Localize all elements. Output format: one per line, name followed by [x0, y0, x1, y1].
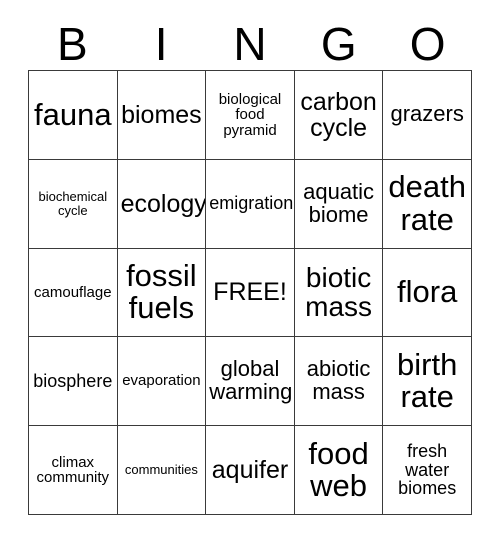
bingo-cell-label: food web [308, 435, 369, 504]
bingo-cell-r2c2[interactable]: ecology [117, 159, 207, 249]
bingo-cell-label: abiotic mass [306, 356, 371, 405]
bingo-free-space-label: FREE! [213, 278, 287, 307]
bingo-cell-label: aquatic biome [303, 178, 375, 227]
bingo-header-letter-i: I [154, 18, 168, 70]
bingo-cell-r5c2[interactable]: communities [117, 426, 207, 515]
bingo-cell-label: communities [124, 462, 198, 478]
bingo-cell-label: grazers [390, 101, 464, 127]
bingo-cell-r1c1[interactable]: fauna [29, 71, 118, 160]
bingo-cell-label: climax community [36, 453, 110, 487]
bingo-cell-r5c3[interactable]: aquifer [206, 426, 295, 515]
bingo-cell-r4c3[interactable]: global warming [206, 337, 295, 427]
bingo-cell-r5c5[interactable]: fresh water biomes [383, 426, 472, 515]
bingo-cell-r3c4[interactable]: biotic mass [294, 248, 384, 338]
bingo-cell-r3c5[interactable]: flora [383, 248, 472, 338]
bingo-cell-label: flora [397, 274, 458, 310]
bingo-cell-label: biomes [121, 100, 202, 129]
bingo-cell-label: aquifer [211, 456, 289, 485]
bingo-cell-label: evaporation [122, 372, 201, 390]
bingo-header-letter-n: N [233, 18, 267, 70]
bingo-card: B I N G O fauna biomes biological food p… [0, 0, 500, 544]
bingo-header-row: B I N G O [28, 18, 472, 70]
bingo-cell-label: biotic mass [305, 262, 373, 323]
bingo-header-letter-g: G [320, 18, 357, 70]
bingo-cell-r2c1[interactable]: biochemical cycle [29, 159, 118, 249]
bingo-cell-label: global warming [209, 356, 293, 405]
bingo-cell-label: fauna [34, 96, 112, 132]
bingo-cell-r4c1[interactable]: biosphere [29, 337, 118, 427]
bingo-cell-label: emigration [209, 193, 294, 214]
bingo-cell-label: death rate [388, 169, 466, 237]
bingo-cell-r1c3[interactable]: biological food pyramid [206, 71, 295, 160]
bingo-cell-r4c5[interactable]: birth rate [383, 337, 472, 427]
bingo-grid: fauna biomes biological food pyramid car… [28, 70, 472, 515]
bingo-cell-r5c1[interactable]: climax community [29, 426, 118, 515]
bingo-cell-r4c4[interactable]: abiotic mass [294, 337, 384, 427]
bingo-cell-free-space[interactable]: FREE! [206, 248, 295, 338]
bingo-cell-label: ecology [120, 189, 207, 218]
bingo-cell-r1c4[interactable]: carbon cycle [294, 71, 384, 160]
bingo-cell-label: carbon cycle [300, 87, 377, 142]
bingo-cell-label: biochemical cycle [38, 189, 108, 218]
bingo-cell-r4c2[interactable]: evaporation [117, 337, 207, 427]
bingo-cell-label: biological food pyramid [218, 90, 282, 139]
bingo-cell-r3c1[interactable]: camouflage [29, 248, 118, 338]
bingo-cell-label: biosphere [33, 370, 113, 391]
bingo-cell-label: camouflage [34, 283, 112, 301]
bingo-header-letter-b: B [57, 18, 88, 70]
bingo-header-letter-o: O [409, 18, 446, 70]
bingo-cell-r3c2[interactable]: fossil fuels [117, 248, 207, 338]
bingo-cell-r5c4[interactable]: food web [294, 426, 384, 515]
bingo-cell-r1c5[interactable]: grazers [383, 71, 472, 160]
bingo-cell-label: fossil fuels [126, 258, 197, 326]
bingo-cell-label: birth rate [397, 347, 458, 415]
bingo-cell-label: fresh water biomes [398, 441, 457, 499]
bingo-cell-r2c3[interactable]: emigration [206, 159, 295, 249]
bingo-cell-r1c2[interactable]: biomes [117, 71, 207, 160]
bingo-cell-r2c5[interactable]: death rate [383, 159, 472, 249]
bingo-cell-r2c4[interactable]: aquatic biome [294, 159, 384, 249]
